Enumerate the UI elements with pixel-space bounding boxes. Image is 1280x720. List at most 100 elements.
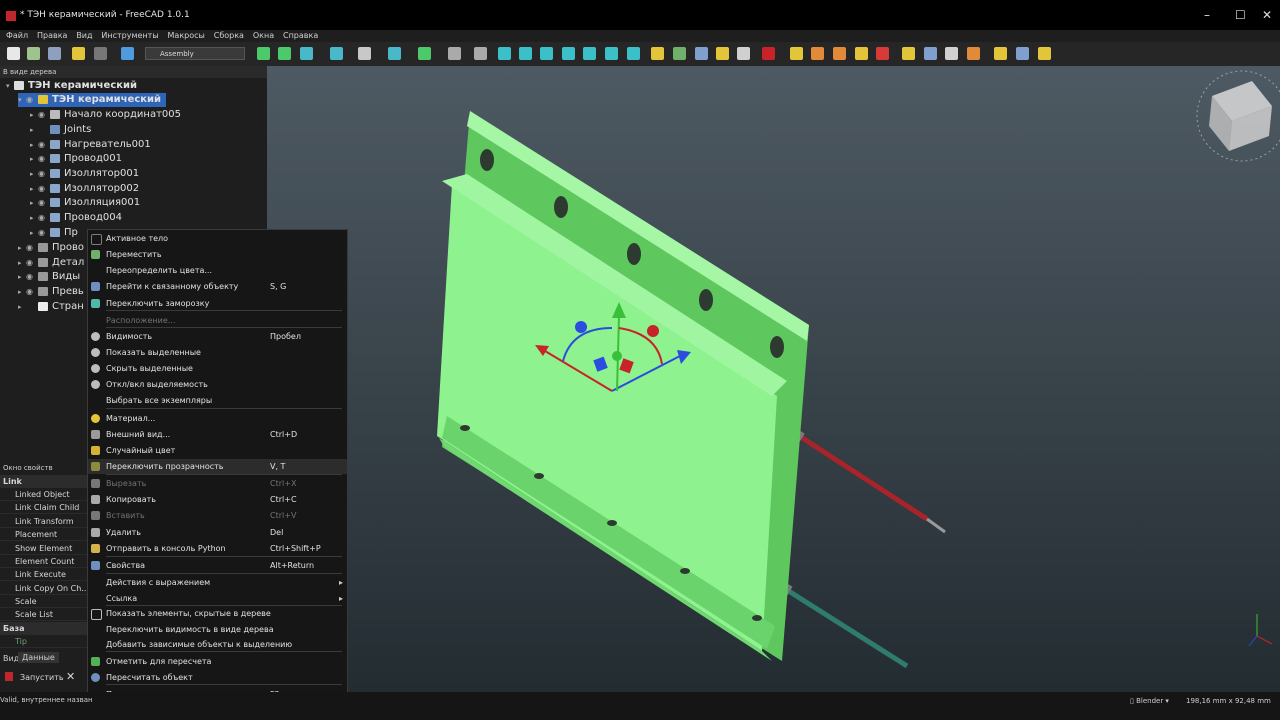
fit-selection-icon[interactable]: [278, 47, 291, 60]
menu-macros[interactable]: Макросы: [168, 30, 205, 42]
joint-revolute-icon[interactable]: [924, 47, 937, 60]
property-row[interactable]: Show Element: [0, 542, 90, 555]
view-front-icon[interactable]: [498, 47, 511, 60]
menu-item-mark-recompute[interactable]: Отметить для пересчета: [88, 654, 347, 669]
view-axonometric-icon[interactable]: [627, 47, 640, 60]
tab-data[interactable]: Данные: [18, 652, 59, 663]
property-row[interactable]: Link Claim Child: [0, 501, 90, 514]
property-row[interactable]: Tip: [0, 635, 90, 648]
menu-item-toggle-tree-visibility[interactable]: Переключить видимость в виде дерева: [88, 622, 347, 637]
navigation-style[interactable]: ▯ Blender ▾: [1130, 697, 1169, 705]
measure-icon[interactable]: [388, 47, 401, 60]
tree-item[interactable]: ▸ ◉ Нагреватель001: [30, 138, 151, 152]
property-row[interactable]: Element Count: [0, 555, 90, 568]
menu-item-recompute-object[interactable]: Пересчитать объект: [88, 670, 347, 685]
menu-item-visibility[interactable]: Видимость Пробел: [88, 329, 347, 344]
solve-assembly-icon[interactable]: [833, 47, 846, 60]
menu-item-material[interactable]: Материал...: [88, 411, 347, 426]
property-row[interactable]: Scale List: [0, 608, 90, 621]
undo-icon[interactable]: [72, 47, 85, 60]
create-part-icon[interactable]: [651, 47, 664, 60]
tree-item[interactable]: ▸ ◉ Изоллятор002: [30, 182, 139, 196]
joint-slider-icon[interactable]: [945, 47, 958, 60]
view-top-icon[interactable]: [519, 47, 532, 60]
property-row[interactable]: Link Transform: [0, 515, 90, 528]
tree-item[interactable]: ▸ ◉ Виды: [18, 270, 80, 284]
bom-icon[interactable]: [762, 47, 775, 60]
tree-item[interactable]: ▸ ◉ Превь: [18, 285, 84, 299]
tree-item[interactable]: ▸ ◉ Провод001: [30, 152, 122, 166]
gizmo-center[interactable]: [612, 351, 622, 361]
view-bottom-icon[interactable]: [583, 47, 596, 60]
tree-item[interactable]: ▸ ◉ Пр: [30, 226, 78, 240]
view-right-icon[interactable]: [540, 47, 553, 60]
gizmo-rotate-handle[interactable]: [575, 321, 587, 333]
fit-all-icon[interactable]: [257, 47, 270, 60]
tree-item-assembly[interactable]: ▾ ◉ ТЭН керамический: [18, 93, 166, 107]
joint-distance-icon[interactable]: [994, 47, 1007, 60]
workbench-selector[interactable]: Assembly: [145, 47, 245, 60]
tree-item[interactable]: ▸ ◉ Изоллятор001: [30, 167, 139, 181]
property-row[interactable]: Linked Object: [0, 488, 90, 501]
menu-item-active-body[interactable]: Активное тело: [88, 231, 347, 246]
tree-item[interactable]: ▸ Стран: [18, 300, 84, 314]
minimize-icon[interactable]: –: [1204, 8, 1210, 22]
menu-item-random-color[interactable]: Случайный цвет: [88, 443, 347, 458]
menu-view[interactable]: Вид: [76, 30, 92, 42]
tree-item[interactable]: ▸ ◉ Детал: [18, 256, 84, 270]
assembly-create-icon[interactable]: [790, 47, 803, 60]
joint-ball-icon[interactable]: [967, 47, 980, 60]
menu-item-toggle-freeze[interactable]: Переключить заморозку: [88, 296, 347, 311]
tab-view[interactable]: Вид: [3, 654, 19, 663]
menu-item-expression-actions[interactable]: Действия с выражением ▸: [88, 575, 347, 590]
menu-item-toggle-transparency[interactable]: Переключить прозрачность V, T: [88, 459, 347, 474]
menu-assembly[interactable]: Сборка: [214, 30, 244, 42]
menu-item-delete[interactable]: Удалить Del: [88, 525, 347, 540]
menu-item-select-all-instances[interactable]: Выбрать все экземпляры: [88, 393, 347, 408]
gizmo-rotate-handle[interactable]: [647, 325, 659, 337]
property-row[interactable]: Placement: [0, 528, 90, 541]
menu-item-override-colors[interactable]: Переопределить цвета...: [88, 263, 347, 278]
menu-item-hide-selected[interactable]: Скрыть выделенные: [88, 361, 347, 376]
joint-gears-icon[interactable]: [1038, 47, 1051, 60]
save-icon[interactable]: [48, 47, 61, 60]
report-tab[interactable]: Запустить: [20, 673, 64, 682]
maximize-icon[interactable]: ☐: [1235, 8, 1246, 22]
zoom-icon[interactable]: [418, 47, 431, 60]
menu-item-copy[interactable]: Копировать Ctrl+C: [88, 492, 347, 507]
menu-item-properties[interactable]: Свойства Alt+Return: [88, 558, 347, 573]
joint-parallel-icon[interactable]: [1016, 47, 1029, 60]
insert-component-icon[interactable]: [811, 47, 824, 60]
navigation-cube-icon[interactable]: [1196, 70, 1280, 162]
select-icon[interactable]: [474, 47, 487, 60]
menu-item-add-dependents[interactable]: Добавить зависимые объекты к выделению: [88, 637, 347, 652]
menu-item-send-to-python[interactable]: Отправить в консоль Python Ctrl+Shift+P: [88, 541, 347, 556]
refresh-icon[interactable]: [121, 47, 134, 60]
property-group-base[interactable]: База: [0, 622, 90, 635]
make-link-icon[interactable]: [695, 47, 708, 60]
tree-item[interactable]: ▸ ◉ Провод004: [30, 211, 122, 225]
menu-item-link[interactable]: Ссылка ▸: [88, 591, 347, 606]
tree-item[interactable]: ▸ ◉ Прово: [18, 241, 84, 255]
property-row[interactable]: Link Copy On Ch...: [0, 582, 90, 595]
menu-item-show-selected[interactable]: Показать выделенные: [88, 345, 347, 360]
open-document-icon[interactable]: [27, 47, 40, 60]
joint-fixed-icon[interactable]: [902, 47, 915, 60]
view-left-icon[interactable]: [605, 47, 618, 60]
explode-icon[interactable]: [855, 47, 868, 60]
menu-tools[interactable]: Инструменты: [101, 30, 158, 42]
close-icon[interactable]: ✕: [66, 670, 75, 683]
new-document-icon[interactable]: [7, 47, 20, 60]
menu-file[interactable]: Файл: [6, 30, 28, 42]
menu-item-move[interactable]: Переместить: [88, 247, 347, 262]
simulation-icon[interactable]: [876, 47, 889, 60]
property-group-link[interactable]: Link: [0, 475, 90, 488]
view-isometric-icon[interactable]: [330, 47, 343, 60]
draw-style-icon[interactable]: [300, 47, 313, 60]
tree-item[interactable]: ▸ Joints: [30, 123, 91, 137]
close-icon[interactable]: ✕: [1262, 8, 1272, 22]
property-row[interactable]: Link Execute: [0, 568, 90, 581]
menu-item-goto-linked[interactable]: Перейти к связанному объекту S, G: [88, 279, 347, 294]
spreadsheet-icon[interactable]: [737, 47, 750, 60]
menu-item-appearance[interactable]: Внешний вид... Ctrl+D: [88, 427, 347, 442]
